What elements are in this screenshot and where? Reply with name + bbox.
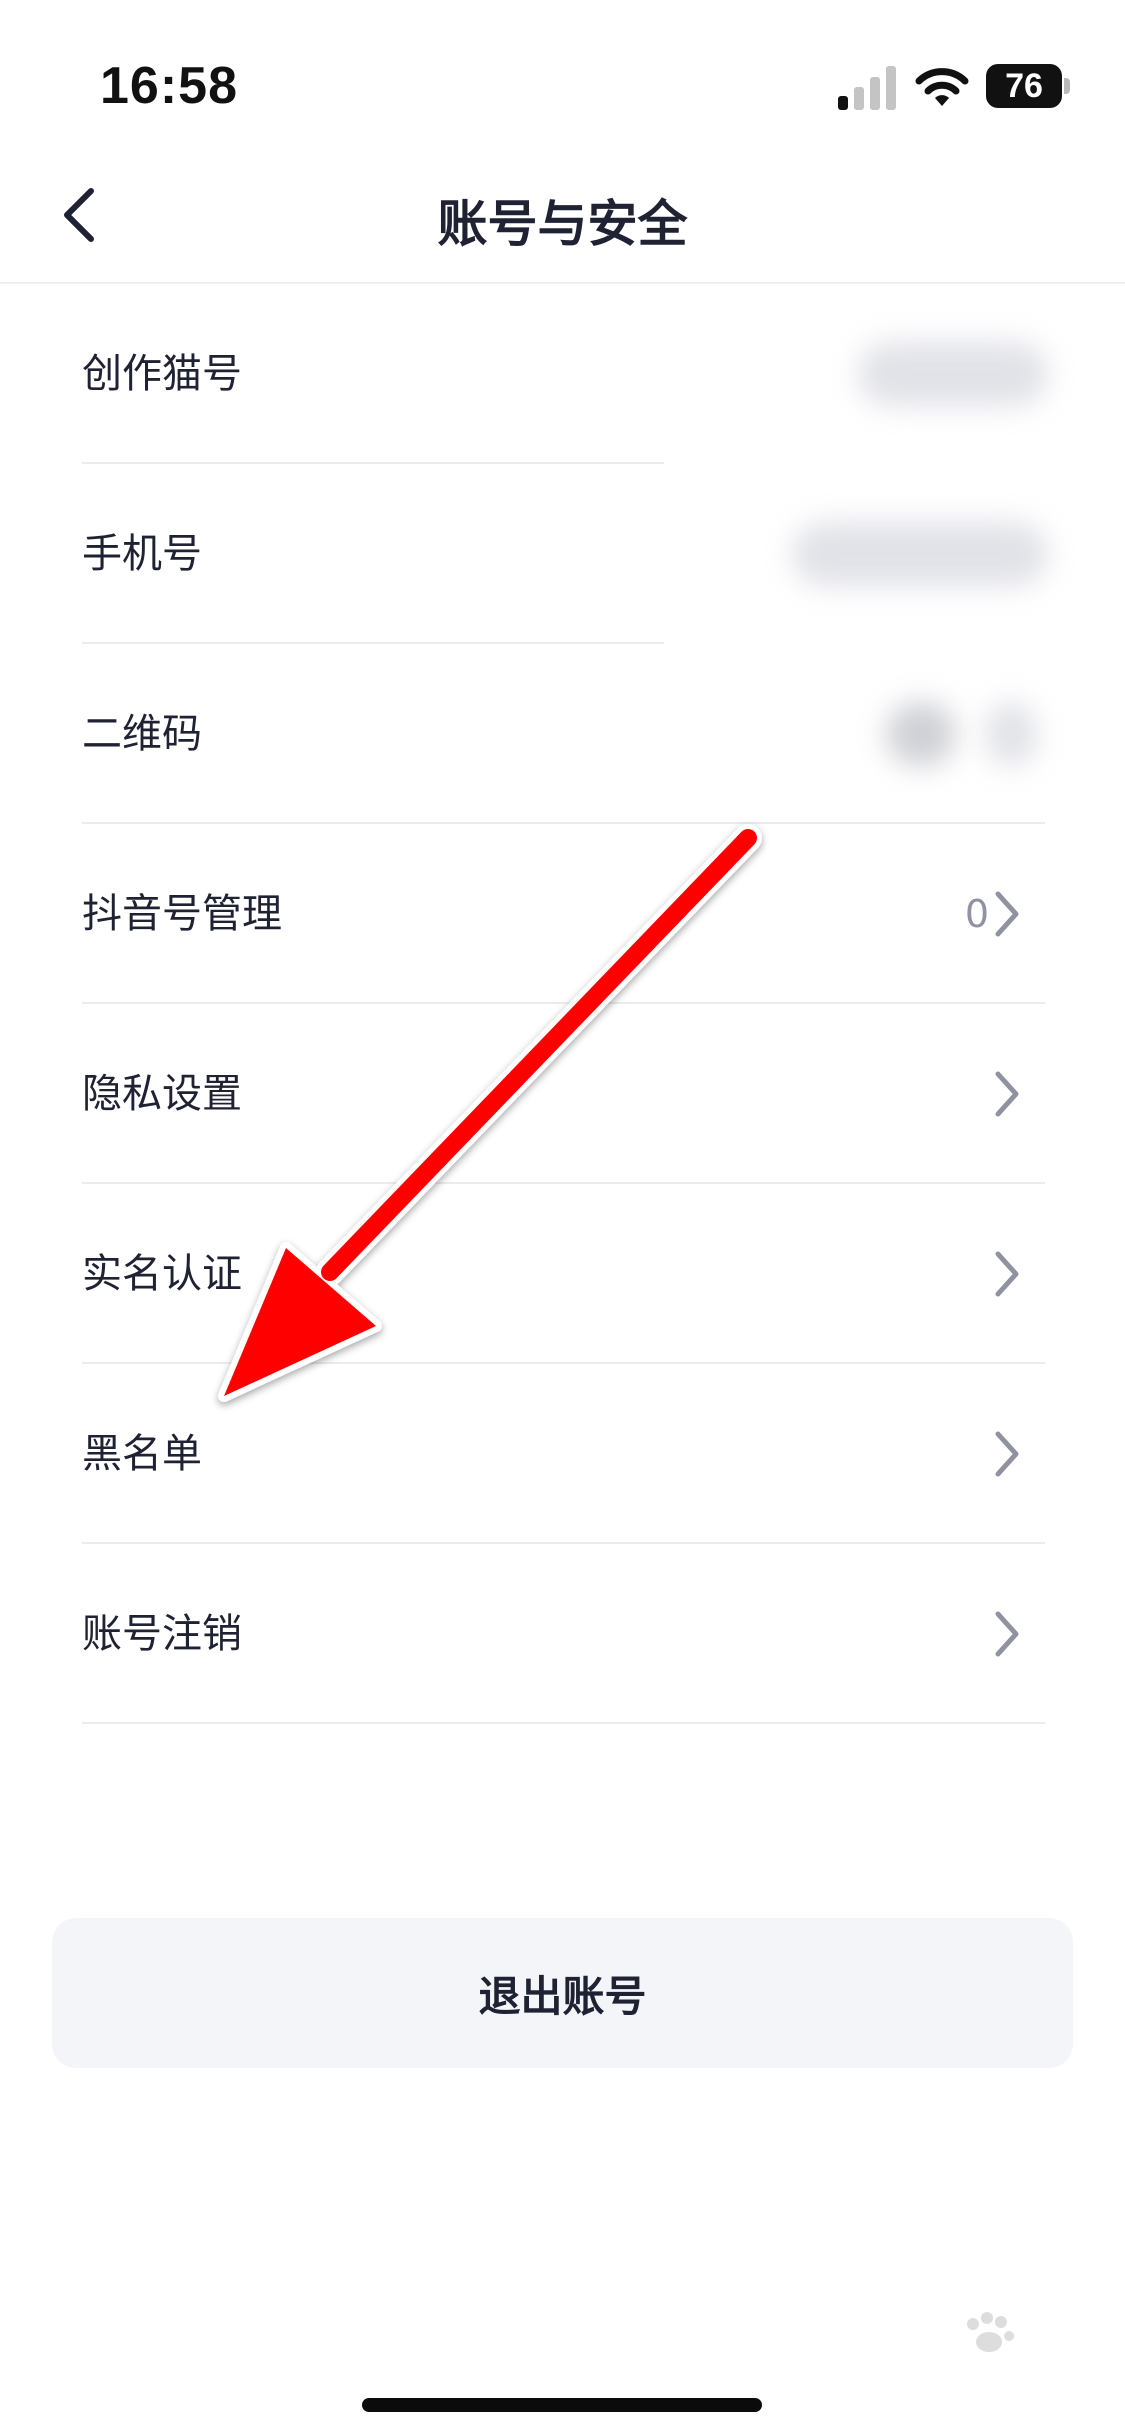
chevron-right-icon — [995, 1071, 1019, 1117]
logout-button[interactable]: 退出账号 — [52, 1918, 1073, 2068]
account-security-screen: 16:58 76 账号与安全 创作猫号 手机号 二维码 抖音号管理 0 隐私设置… — [0, 0, 1125, 2436]
status-bar: 16:58 76 — [0, 0, 1125, 150]
row-label: 二维码 — [82, 711, 202, 757]
status-time: 16:58 — [100, 57, 238, 115]
signal-icon — [838, 66, 896, 110]
blurred-qr-value — [886, 702, 956, 766]
row-label: 实名认证 — [82, 1251, 242, 1297]
blurred-creator-id-value — [858, 342, 1048, 406]
row-label: 黑名单 — [82, 1431, 202, 1477]
row-douyin-management[interactable]: 抖音号管理 0 — [0, 824, 1125, 1004]
row-qr-code[interactable]: 二维码 — [0, 644, 1125, 824]
row-blacklist[interactable]: 黑名单 — [0, 1364, 1125, 1544]
chevron-right-icon — [995, 1611, 1019, 1657]
blurred-qr-arrow — [986, 702, 1036, 766]
row-phone-number[interactable]: 手机号 — [0, 464, 1125, 644]
row-label: 抖音号管理 — [82, 891, 282, 937]
row-label: 创作猫号 — [82, 351, 242, 397]
wifi-icon — [915, 68, 969, 106]
row-label: 账号注销 — [82, 1611, 242, 1657]
battery-icon: 76 — [986, 64, 1062, 108]
chevron-right-icon — [995, 1431, 1019, 1477]
page-title: 账号与安全 — [437, 195, 688, 253]
home-indicator[interactable] — [362, 2398, 762, 2412]
row-real-name-verification[interactable]: 实名认证 — [0, 1184, 1125, 1364]
baidu-watermark — [855, 2310, 1075, 2400]
row-label: 手机号 — [82, 531, 202, 577]
chevron-right-icon — [995, 1251, 1019, 1297]
nav-bar: 账号与安全 — [0, 150, 1125, 284]
row-label: 隐私设置 — [82, 1071, 242, 1117]
chevron-right-icon — [995, 891, 1019, 937]
divider — [82, 1722, 1045, 1724]
battery-cap — [1064, 78, 1070, 94]
settings-list: 创作猫号 手机号 二维码 抖音号管理 0 隐私设置 实名认证 黑名单 账号注销 — [0, 284, 1125, 1724]
baidu-paw-logo-icon — [967, 2312, 1014, 2352]
row-creator-id[interactable]: 创作猫号 — [0, 284, 1125, 464]
row-account-deletion[interactable]: 账号注销 — [0, 1544, 1125, 1724]
blurred-phone-value — [792, 522, 1048, 586]
douyin-count: 0 — [964, 892, 989, 936]
row-privacy-settings[interactable]: 隐私设置 — [0, 1004, 1125, 1184]
